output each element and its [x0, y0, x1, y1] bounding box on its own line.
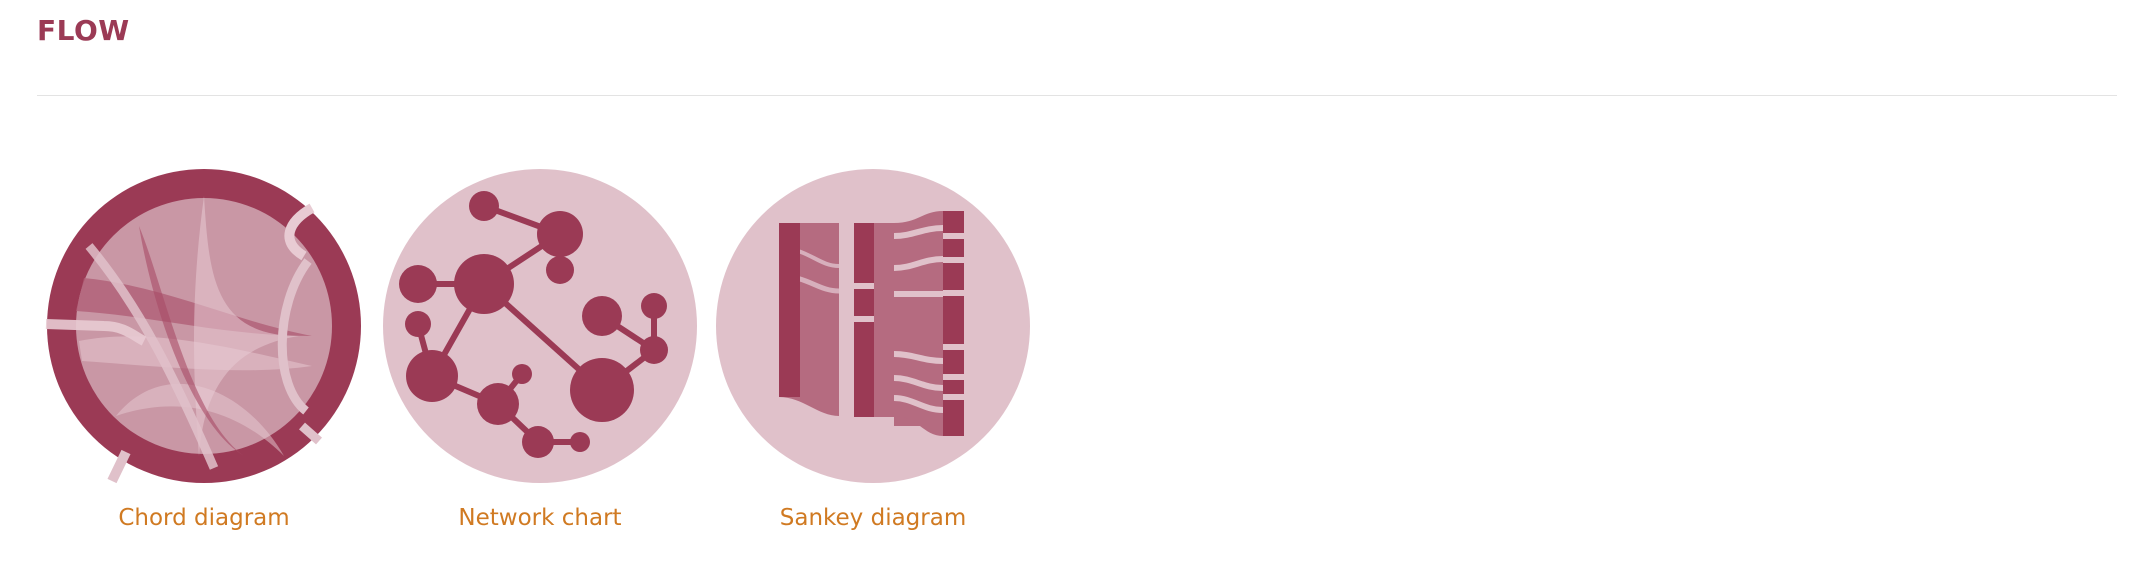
section-divider [37, 95, 2117, 96]
chord-diagram-icon [45, 169, 361, 484]
network-chart-icon [383, 169, 697, 483]
sankey-diagram-label: Sankey diagram [779, 505, 967, 531]
network-chart-card[interactable]: Network chart [380, 166, 700, 531]
flow-section: FLOW Chord diagram Network chart Sankey … [0, 0, 2140, 580]
section-title: FLOW [37, 14, 130, 47]
network-chart-label: Network chart [458, 505, 622, 531]
chord-diagram-label: Chord diagram [118, 505, 290, 531]
chord-diagram-card[interactable]: Chord diagram [44, 166, 364, 531]
sankey-diagram-icon [716, 169, 1030, 483]
sankey-diagram-card[interactable]: Sankey diagram [713, 166, 1033, 531]
